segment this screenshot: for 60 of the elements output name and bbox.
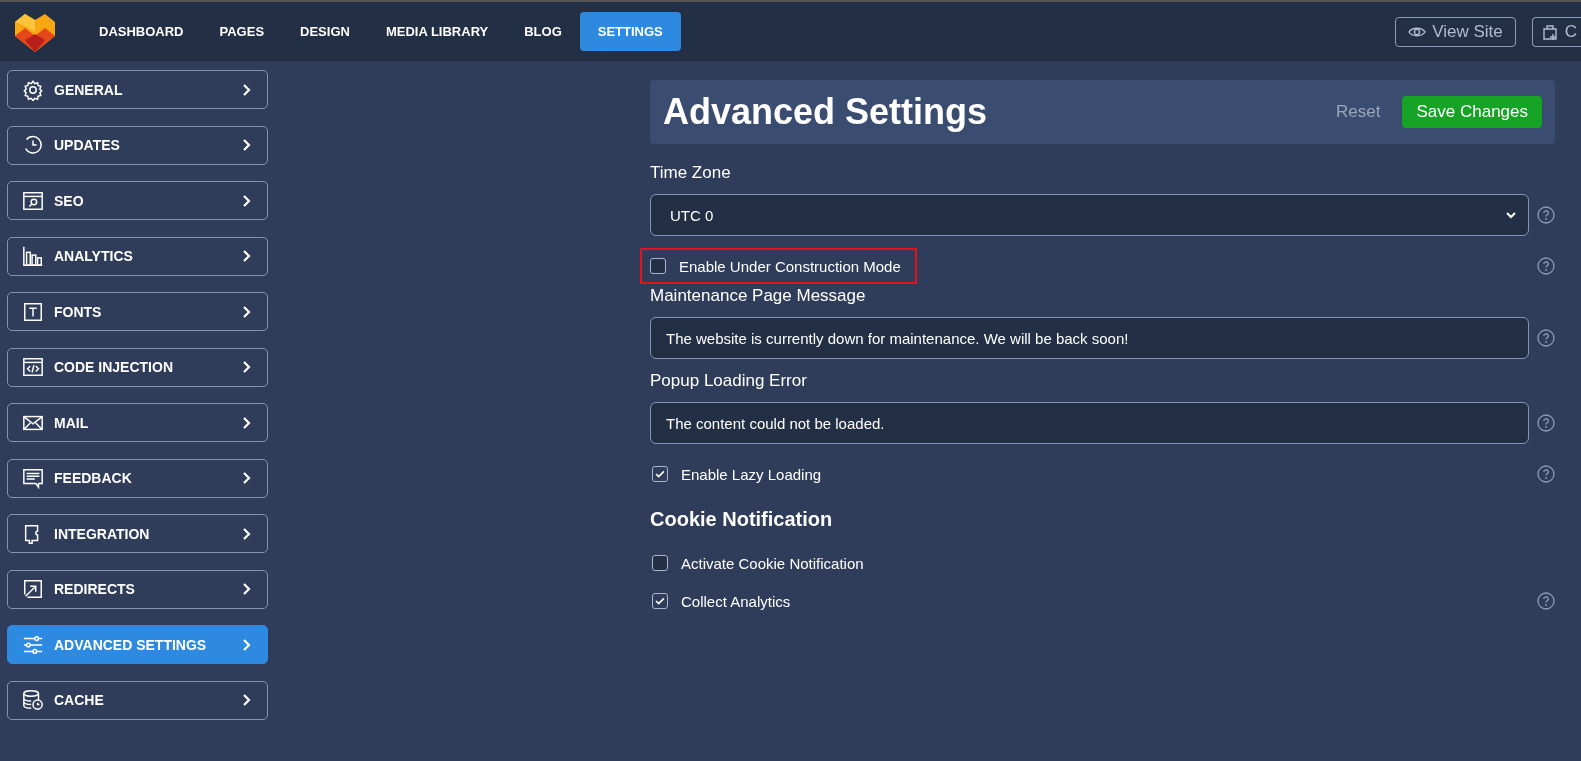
clock-icon <box>22 134 44 156</box>
sidebar-item[interactable]: REDIRECTS <box>7 569 268 609</box>
nav-tab[interactable]: SETTINGS <box>579 12 681 51</box>
text-field[interactable]: The content could not be loaded. <box>650 402 1529 444</box>
view-site-button[interactable]: View Site <box>1395 16 1516 47</box>
sliders-icon <box>22 633 44 656</box>
bar-chart-icon <box>22 245 44 267</box>
sidebar-item[interactable]: CACHE <box>7 680 268 720</box>
sidebar-item[interactable]: ADVANCED SETTINGS <box>7 625 268 664</box>
chevron-right-icon <box>242 249 252 263</box>
chevron-right-icon <box>242 193 252 208</box>
chevron-right-icon <box>242 637 252 652</box>
message-icon <box>22 467 44 489</box>
checkbox[interactable] <box>650 258 666 274</box>
chevron-right-icon <box>242 360 252 374</box>
checkbox-label: Enable Lazy Loading <box>681 465 822 483</box>
chevron-right-icon <box>242 582 252 596</box>
sidebar-item[interactable]: MAIL <box>7 403 268 442</box>
page-title: Advanced Settings <box>663 91 989 133</box>
sidebar-item[interactable]: FEEDBACK <box>7 458 268 498</box>
nav-tab[interactable]: DASHBOARD <box>81 12 202 51</box>
sidebar-item[interactable]: FONTS <box>7 292 268 331</box>
browser-code-icon <box>22 356 44 378</box>
nav-tab[interactable]: DESIGN <box>282 12 368 51</box>
sidebar-item[interactable]: SEO <box>7 181 268 220</box>
text-frame-icon <box>22 300 44 323</box>
chevron-right-icon <box>242 82 252 97</box>
checkbox-label: Collect Analytics <box>681 592 791 610</box>
gear-icon <box>22 78 44 101</box>
select-field[interactable]: UTC 0 <box>650 194 1529 236</box>
checkbox-label: Activate Cookie Notification <box>681 554 864 572</box>
sidebar-item[interactable]: INTEGRATION <box>7 514 268 553</box>
logo-icon <box>15 11 55 52</box>
text-field[interactable]: The website is currently down for maintenance. We will be back soon! <box>650 317 1529 359</box>
toolbar-button[interactable]: C <box>1531 16 1581 47</box>
chevron-right-icon <box>242 304 252 319</box>
nav-tab[interactable]: MEDIA LIBRARY <box>367 12 507 51</box>
chevron-right-icon <box>242 526 252 541</box>
database-clock-icon <box>22 689 44 711</box>
sidebar-item[interactable]: GENERAL <box>7 70 268 109</box>
sidebar-item[interactable]: UPDATES <box>7 125 268 165</box>
nav-tab[interactable]: PAGES <box>201 12 283 51</box>
arrow-box-icon <box>22 578 44 600</box>
field-label: Maintenance Page Message <box>650 286 867 306</box>
chevron-right-icon <box>242 471 252 485</box>
field-label: Time Zone <box>650 163 732 183</box>
browser-search-icon <box>22 189 44 212</box>
section-heading: Cookie Notification <box>650 508 834 531</box>
chevron-right-icon <box>242 693 252 707</box>
checkbox[interactable] <box>652 593 668 609</box>
checkbox[interactable] <box>652 555 668 571</box>
sidebar-item[interactable]: ANALYTICS <box>7 236 268 276</box>
chevron-right-icon <box>242 415 252 430</box>
nav-tab[interactable]: BLOG <box>506 12 580 51</box>
chevron-right-icon <box>242 138 252 152</box>
checkbox-label: Enable Under Construction Mode <box>679 257 901 275</box>
field-label: Popup Loading Error <box>650 371 808 391</box>
checkbox[interactable] <box>652 466 668 482</box>
sidebar-item[interactable]: CODE INJECTION <box>7 347 268 387</box>
bag-plus-icon <box>1540 22 1559 41</box>
